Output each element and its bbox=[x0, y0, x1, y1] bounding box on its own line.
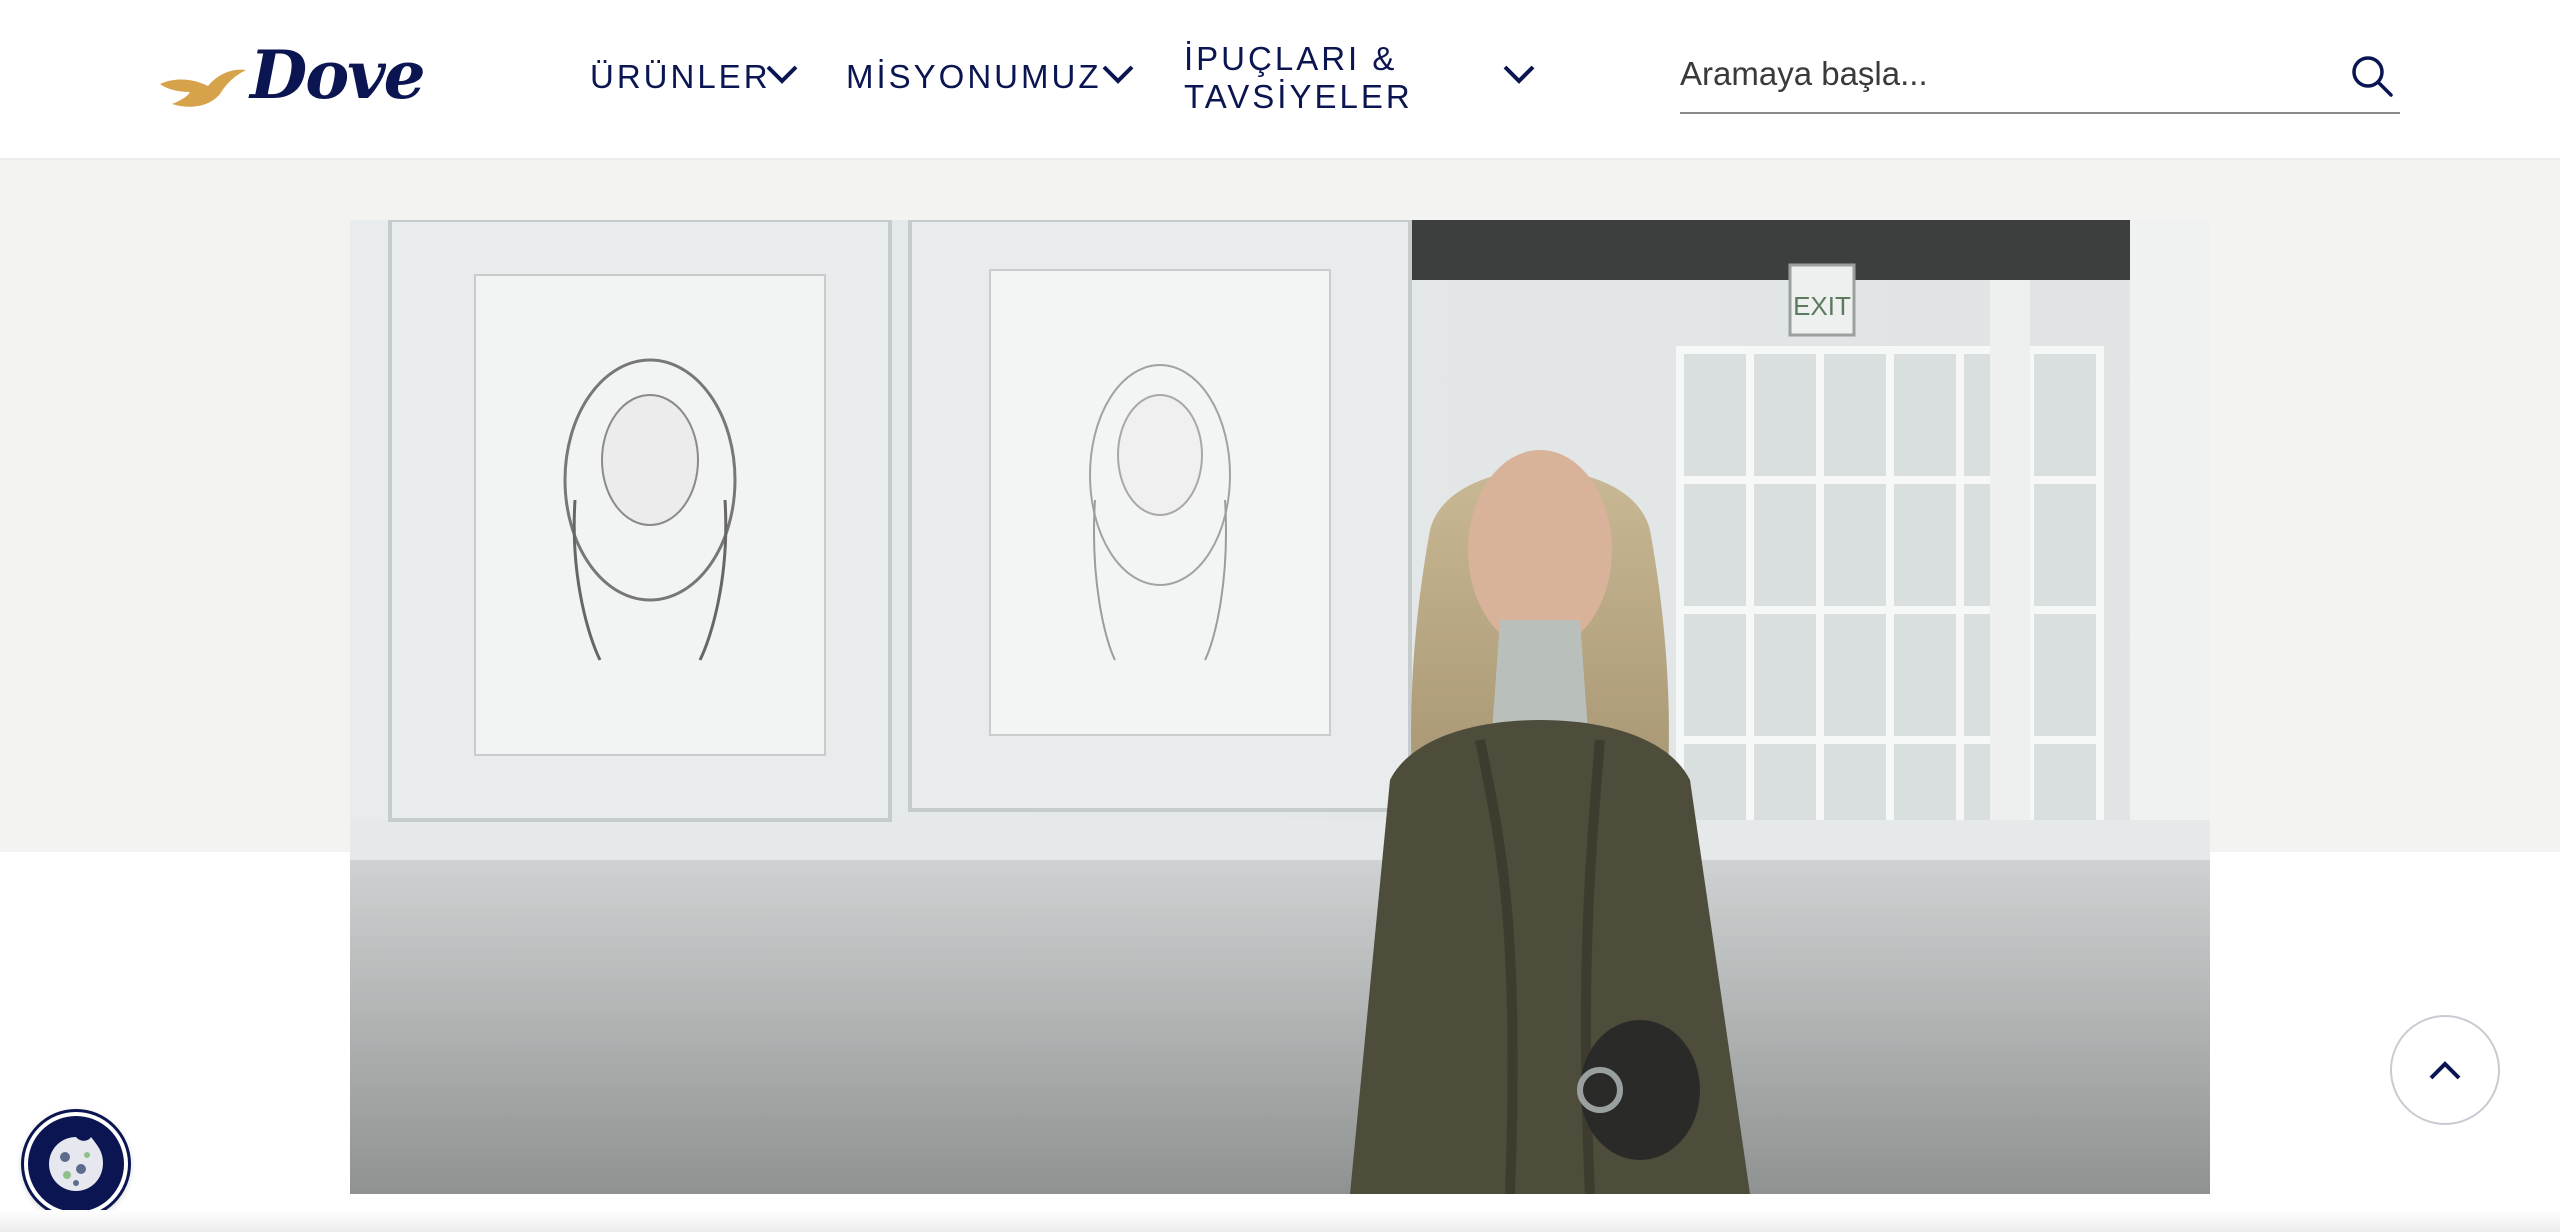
nav-ipuclari-tavsiyeler[interactable]: İPUÇLARI & TAVSİYELER bbox=[1184, 38, 1544, 118]
search-input[interactable] bbox=[1680, 46, 2300, 102]
back-to-top-button[interactable] bbox=[2390, 1015, 2500, 1125]
dove-bird-icon bbox=[160, 69, 246, 107]
nav-ipuclari-label: İPUÇLARI & TAVSİYELER bbox=[1184, 40, 1444, 116]
chevron-down-icon bbox=[1102, 65, 1134, 84]
nav-ipuclari-label-line1: İPUÇLARI & bbox=[1184, 40, 1398, 77]
search-bar bbox=[1680, 40, 2400, 114]
hero-photo-illustration: EXIT bbox=[350, 220, 2210, 1194]
nav-ipuclari-label-line2: TAVSİYELER bbox=[1184, 78, 1413, 115]
cookie-icon bbox=[49, 1137, 103, 1191]
nav-urunler[interactable]: ÜRÜNLER bbox=[590, 58, 798, 96]
chevron-down-icon bbox=[1503, 65, 1535, 84]
exit-sign: EXIT bbox=[1788, 263, 1856, 337]
logo-wordmark: Dove bbox=[250, 36, 426, 114]
site-header: Dove ÜRÜNLER MİSYONUMUZ İPUÇLARI & TAVSİ… bbox=[0, 0, 2560, 160]
cookie-settings-button[interactable] bbox=[24, 1112, 128, 1216]
nav-misyonumuz-label: MİSYONUMUZ bbox=[846, 58, 1102, 95]
chevron-down-icon bbox=[766, 65, 798, 84]
nav-misyonumuz[interactable]: MİSYONUMUZ bbox=[846, 58, 1134, 96]
chevron-up-icon bbox=[2429, 1061, 2461, 1080]
framed-sketch-left bbox=[388, 220, 892, 822]
bottom-edge bbox=[0, 1210, 2560, 1232]
search-icon bbox=[2352, 56, 2393, 97]
search-button[interactable] bbox=[2344, 48, 2400, 104]
dove-logo[interactable]: Dove bbox=[158, 36, 426, 122]
exit-sign-text: EXIT bbox=[1793, 291, 1851, 321]
framed-sketch-right bbox=[908, 220, 1412, 812]
hero-image: EXIT bbox=[350, 220, 2210, 1194]
nav-urunler-label: ÜRÜNLER bbox=[590, 58, 771, 95]
